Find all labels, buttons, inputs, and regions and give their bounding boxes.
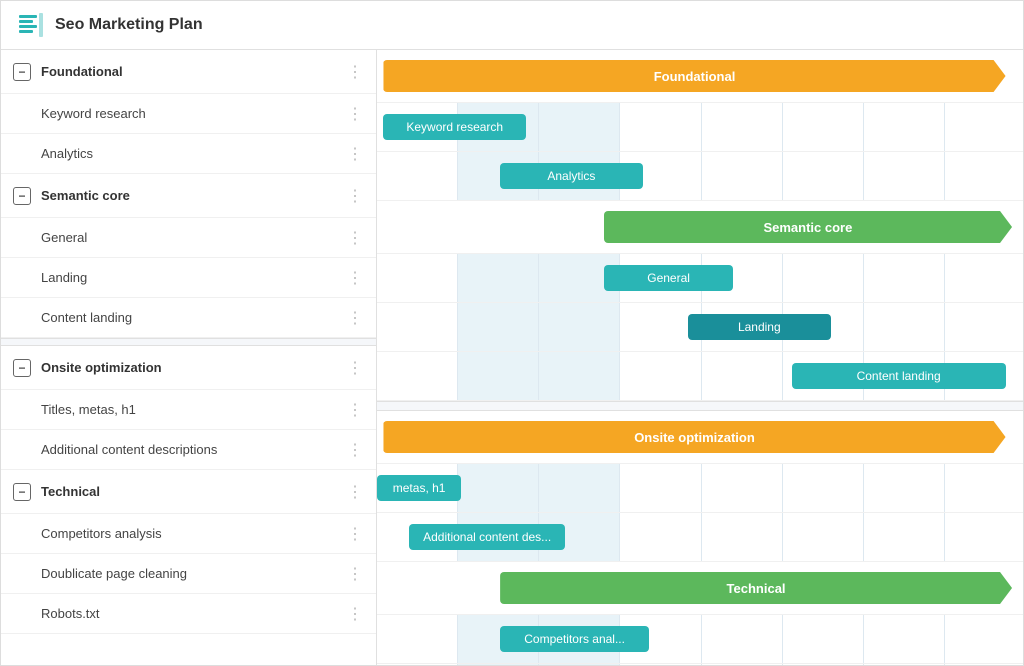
bar-competitors[interactable]: Competitors anal...	[500, 626, 649, 652]
main-content: − Foundational ⋮ Keyword research ⋮ Anal…	[1, 50, 1023, 666]
robots-label: Robots.txt	[41, 606, 347, 621]
sidebar-item-analytics: Analytics ⋮	[1, 134, 376, 174]
drag-handle-analytics[interactable]: ⋮	[347, 144, 364, 164]
drag-handle-technical[interactable]: ⋮	[347, 482, 364, 502]
semantic-core-label: Semantic core	[41, 188, 347, 203]
keyword-research-label: Keyword research	[41, 106, 347, 121]
titles-metas-label: Titles, metas, h1	[41, 402, 347, 417]
content-landing-label: Content landing	[41, 310, 347, 325]
collapse-semantic-core[interactable]: −	[13, 187, 31, 205]
technical-label: Technical	[41, 484, 347, 499]
sidebar-group-semantic-core: − Semantic core ⋮	[1, 174, 376, 218]
gantt-row-landing: Landing	[377, 303, 1023, 352]
drag-handle-onsite[interactable]: ⋮	[347, 358, 364, 378]
landing-label: Landing	[41, 270, 347, 285]
drag-handle-competitors[interactable]: ⋮	[347, 524, 364, 544]
gantt-inner: Foundational Keyword research	[377, 50, 1023, 666]
general-label: General	[41, 230, 347, 245]
collapse-foundational[interactable]: −	[13, 63, 31, 81]
gantt-area: Foundational Keyword research	[377, 50, 1023, 666]
collapse-onsite[interactable]: −	[13, 359, 31, 377]
drag-handle-keyword[interactable]: ⋮	[347, 104, 364, 124]
drag-handle-additional[interactable]: ⋮	[347, 440, 364, 460]
bar-additional-content[interactable]: Additional content des...	[409, 524, 565, 550]
gantt-row-general: General	[377, 254, 1023, 303]
separator-1	[1, 338, 376, 346]
competitors-label: Competitors analysis	[41, 526, 347, 541]
sidebar-group-foundational: − Foundational ⋮	[1, 50, 376, 94]
gantt-row-analytics: Analytics	[377, 152, 1023, 201]
sidebar-item-keyword-research: Keyword research ⋮	[1, 94, 376, 134]
gantt-row-additional: Additional content des...	[377, 513, 1023, 562]
drag-handle-semantic[interactable]: ⋮	[347, 186, 364, 206]
drag-handle-content-landing[interactable]: ⋮	[347, 308, 364, 328]
drag-handle-general[interactable]: ⋮	[347, 228, 364, 248]
bar-foundational-group[interactable]: Foundational	[383, 60, 1005, 92]
bar-titles-metas[interactable]: metas, h1	[377, 475, 461, 501]
sidebar-group-onsite: − Onsite optimization ⋮	[1, 346, 376, 390]
gantt-row-foundational-group: Foundational	[377, 50, 1023, 103]
drag-handle-landing[interactable]: ⋮	[347, 268, 364, 288]
app-icon	[17, 11, 45, 39]
gantt-row-technical-group: Technical	[377, 562, 1023, 615]
gantt-row-titles: metas, h1	[377, 464, 1023, 513]
analytics-label: Analytics	[41, 146, 347, 161]
page-title: Seo Marketing Plan	[55, 16, 203, 34]
header: Seo Marketing Plan	[1, 1, 1023, 50]
sidebar-item-content-landing: Content landing ⋮	[1, 298, 376, 338]
drag-handle-foundational[interactable]: ⋮	[347, 62, 364, 82]
gantt-row-keyword: Keyword research	[377, 103, 1023, 152]
bar-general[interactable]: General	[604, 265, 734, 291]
sidebar-item-doublicate: Doublicate page cleaning ⋮	[1, 554, 376, 594]
drag-handle-robots[interactable]: ⋮	[347, 604, 364, 624]
gantt-row-competitors: Competitors anal...	[377, 615, 1023, 664]
bar-keyword-research[interactable]: Keyword research	[383, 114, 526, 140]
bar-landing[interactable]: Landing	[688, 314, 831, 340]
gantt-separator-1	[377, 401, 1023, 411]
app-container: Seo Marketing Plan − Foundational ⋮ Keyw…	[0, 0, 1024, 666]
onsite-label: Onsite optimization	[41, 360, 347, 375]
foundational-label: Foundational	[41, 64, 347, 79]
drag-handle-titles[interactable]: ⋮	[347, 400, 364, 420]
drag-handle-doublicate[interactable]: ⋮	[347, 564, 364, 584]
sidebar-item-titles-metas: Titles, metas, h1 ⋮	[1, 390, 376, 430]
bar-semantic-group[interactable]: Semantic core	[604, 211, 1012, 243]
gantt-row-content-landing: Content landing	[377, 352, 1023, 401]
sidebar-item-robots: Robots.txt ⋮	[1, 594, 376, 634]
bar-technical-group[interactable]: Technical	[500, 572, 1012, 604]
additional-content-label: Additional content descriptions	[41, 442, 347, 457]
bar-onsite-group[interactable]: Onsite optimization	[383, 421, 1005, 453]
bar-analytics[interactable]: Analytics	[500, 163, 643, 189]
sidebar-item-competitors: Competitors analysis ⋮	[1, 514, 376, 554]
sidebar: − Foundational ⋮ Keyword research ⋮ Anal…	[1, 50, 377, 666]
gantt-row-onsite-group: Onsite optimization	[377, 411, 1023, 464]
gantt-row-semantic-group: Semantic core	[377, 201, 1023, 254]
sidebar-item-additional-content: Additional content descriptions ⋮	[1, 430, 376, 470]
doublicate-label: Doublicate page cleaning	[41, 566, 347, 581]
sidebar-item-general: General ⋮	[1, 218, 376, 258]
sidebar-item-landing: Landing ⋮	[1, 258, 376, 298]
bar-content-landing[interactable]: Content landing	[792, 363, 1006, 389]
sidebar-group-technical: − Technical ⋮	[1, 470, 376, 514]
collapse-technical[interactable]: −	[13, 483, 31, 501]
